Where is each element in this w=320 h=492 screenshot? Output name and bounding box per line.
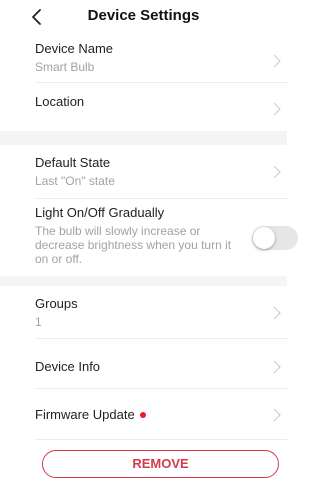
chevron-right-icon <box>273 408 281 422</box>
default-state-label: Default State <box>35 155 111 170</box>
section-separator <box>0 276 287 286</box>
groups-label: Groups <box>35 296 78 311</box>
remove-button[interactable]: REMOVE <box>42 450 279 478</box>
chevron-right-icon <box>273 54 281 68</box>
device-info-label: Device Info <box>35 359 101 374</box>
section-separator <box>0 131 287 145</box>
chevron-right-icon <box>273 306 281 320</box>
gradual-label: Light On/Off Gradually <box>35 205 165 220</box>
default-state-row[interactable]: Default State Last "On" state <box>0 145 287 198</box>
device-name-row[interactable]: Device Name Smart Bulb <box>0 36 287 81</box>
default-state-value: Last "On" state <box>35 174 115 188</box>
gradual-description: The bulb will slowly increase or decreas… <box>35 224 232 266</box>
update-indicator-dot <box>140 412 146 418</box>
chevron-right-icon <box>273 360 281 374</box>
device-name-value: Smart Bulb <box>35 60 95 74</box>
page-title: Device Settings <box>87 7 200 24</box>
header: Device Settings <box>0 0 287 34</box>
location-row[interactable]: Location <box>0 83 287 131</box>
firmware-update-label: Firmware Update <box>35 407 135 422</box>
location-label: Location <box>35 94 85 109</box>
chevron-right-icon <box>273 102 281 116</box>
device-name-label: Device Name <box>35 41 114 56</box>
divider <box>35 439 287 440</box>
groups-value: 1 <box>35 315 42 329</box>
toggle-knob <box>253 227 275 249</box>
gradual-row: Light On/Off Gradually The bulb will slo… <box>0 199 287 276</box>
chevron-right-icon <box>273 165 281 179</box>
groups-row[interactable]: Groups 1 <box>0 286 287 338</box>
device-settings-screen: Device Settings Device Name Smart Bulb L… <box>0 0 298 492</box>
device-info-row[interactable]: Device Info <box>0 339 287 388</box>
gradual-toggle[interactable] <box>252 226 298 250</box>
